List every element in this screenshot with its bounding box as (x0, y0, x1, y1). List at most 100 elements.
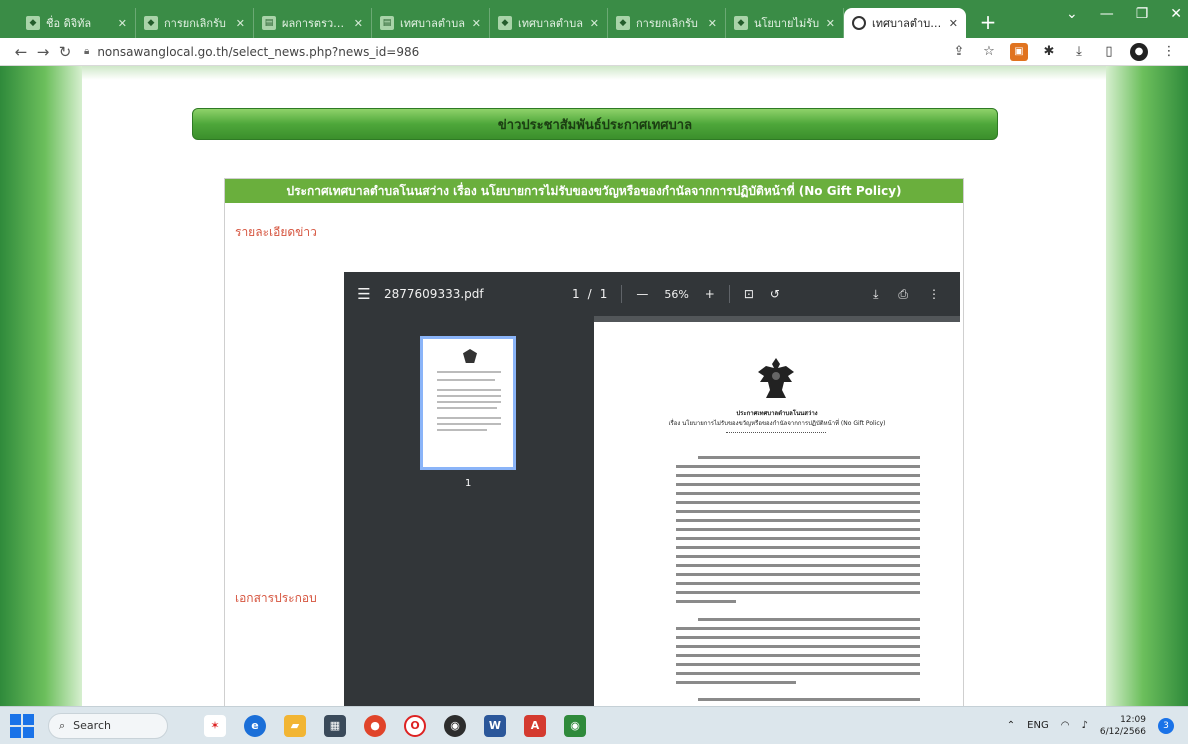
input-language[interactable]: ENG (1027, 720, 1049, 731)
detail-label: รายละเอียดข่าว (235, 225, 317, 239)
url-text: nonsawanglocal.go.th/select_news.php?new… (97, 44, 420, 59)
pdf-toolbar: ☰ 2877609333.pdf 1 / 1 — 56% + ⊡ ↺ ⤓ ⎙ ⋮ (344, 272, 960, 316)
bookmark-star-icon[interactable]: ☆ (980, 43, 998, 61)
browser-tab[interactable]: ◆ ชื่อ ดิจิทัล ✕ (18, 8, 136, 38)
fit-page-icon[interactable]: ⊡ (744, 287, 754, 301)
site-favicon-icon: ◆ (144, 16, 158, 30)
section-header: ข่าวประชาสัมพันธ์ประกาศเทศบาล (192, 108, 998, 140)
profile-avatar-icon[interactable]: ● (1130, 42, 1148, 61)
edge-browser-icon[interactable]: e (244, 714, 266, 737)
document-text-line (676, 483, 920, 486)
pdf-print-icon[interactable]: ⎙ (898, 287, 908, 302)
file-explorer-icon[interactable]: ▰ (284, 714, 306, 737)
extension-lock-icon[interactable]: ▣ (1010, 42, 1028, 61)
pdf-download-icon[interactable]: ⤓ (873, 287, 878, 302)
share-icon[interactable]: ⇪ (950, 43, 968, 61)
browser-tab-active[interactable]: เทศบาลตำบลโน ✕ (844, 8, 966, 38)
calculator-icon[interactable]: ▦ (324, 714, 346, 737)
reload-icon[interactable]: ↻ (54, 43, 76, 61)
thumbnail-line (437, 389, 501, 391)
tray-chevron-up-icon[interactable]: ⌃ (1007, 720, 1015, 731)
acrobat-icon[interactable]: A (524, 714, 546, 737)
browser-tab[interactable]: ◆ การยกเลิกรับ ✕ (136, 8, 254, 38)
new-tab-button[interactable]: + (974, 8, 1002, 36)
garuda-emblem-icon (758, 358, 794, 398)
zoom-out-icon[interactable]: — (636, 287, 648, 301)
document-text-line (676, 546, 920, 549)
close-window-icon[interactable]: ✕ (1170, 6, 1182, 22)
maximize-icon[interactable]: ❐ (1136, 6, 1149, 22)
pdf-more-icon[interactable]: ⋮ (928, 287, 940, 302)
lock-icon[interactable]: 🔒︎ (84, 46, 89, 57)
rotate-icon[interactable]: ↺ (770, 287, 780, 301)
toolbar-divider (621, 285, 623, 303)
site-favicon-icon: ◆ (734, 16, 748, 30)
zoom-in-icon[interactable]: + (705, 287, 715, 301)
browser-tab[interactable]: ▤ ผลการตรวจสอบ ✕ (254, 8, 372, 38)
tab-close-icon[interactable]: ✕ (708, 17, 717, 30)
decorative-side-border-right (1106, 66, 1188, 706)
word-icon[interactable]: W (484, 714, 506, 737)
tab-close-icon[interactable]: ✕ (590, 17, 599, 30)
pdf-page: ประกาศเทศบาลตำบลโนนสว่าง เรื่อง นโยบายกา… (594, 322, 960, 706)
download-icon[interactable]: ⤓ (1070, 43, 1088, 61)
browser-tab[interactable]: ◆ การยกเลิกรับ ✕ (608, 8, 726, 38)
chrome-green-icon[interactable]: ◉ (564, 714, 586, 737)
thumbnail-page-number: 1 (465, 478, 472, 489)
thumbnail-line (437, 417, 501, 419)
address-bar[interactable]: 🔒︎ nonsawanglocal.go.th/select_news.php?… (84, 41, 950, 63)
document-text-line (676, 501, 920, 504)
site-favicon-icon: ◆ (616, 16, 630, 30)
app-red-circle-icon[interactable]: ● (364, 714, 386, 737)
tab-close-icon[interactable]: ✕ (472, 17, 481, 30)
document-text-line (676, 663, 920, 666)
browser-tab[interactable]: ◆ นโยบายไม่รับ ✕ (726, 8, 844, 38)
pdf-zoom-controls: — 56% + (636, 287, 715, 301)
notification-badge[interactable]: 3 (1158, 717, 1174, 734)
chrome-icon[interactable]: ◉ (444, 714, 466, 737)
system-clock[interactable]: 12:09 6/12/2566 (1100, 714, 1146, 738)
windows-start-icon[interactable] (10, 713, 34, 738)
tab-close-icon[interactable]: ✕ (118, 17, 127, 30)
wifi-icon[interactable]: ◠ (1061, 720, 1070, 731)
forward-arrow-icon[interactable]: → (32, 43, 54, 61)
pdf-menu-icon[interactable]: ☰ (344, 285, 384, 303)
document-issuer: ประกาศเทศบาลตำบลโนนสว่าง (736, 410, 818, 417)
browser-tab[interactable]: ▤ เทศบาลตำบล ✕ (372, 8, 490, 38)
browser-tab[interactable]: ◆ เทศบาลตำบล ✕ (490, 8, 608, 38)
tab-close-icon[interactable]: ✕ (826, 17, 835, 30)
minimize-icon[interactable]: — (1100, 6, 1114, 22)
document-divider (726, 432, 826, 433)
pdf-zoom-value[interactable]: 56% (664, 288, 688, 301)
tab-close-icon[interactable]: ✕ (354, 17, 363, 30)
clock-time: 12:09 (1120, 714, 1146, 725)
document-text-line (698, 698, 920, 701)
attachments-label: เอกสารประกอบ (235, 591, 317, 605)
tab-close-icon[interactable]: ✕ (236, 17, 245, 30)
tab-title: การยกเลิกรับ (164, 17, 226, 30)
tab-search-icon[interactable]: ⌄ (1066, 6, 1078, 22)
opera-icon[interactable]: O (404, 714, 426, 737)
extensions-puzzle-icon[interactable]: ✱ (1040, 43, 1058, 61)
pdf-viewer[interactable]: ☰ 2877609333.pdf 1 / 1 — 56% + ⊡ ↺ ⤓ ⎙ ⋮ (344, 272, 960, 706)
thumbnail-line (437, 371, 501, 373)
pdf-current-page[interactable]: 1 (572, 287, 580, 301)
tab-title: เทศบาลตำบล (518, 17, 583, 30)
more-menu-icon[interactable]: ⋮ (1160, 43, 1178, 61)
document-text-line (698, 618, 920, 621)
thumbnail-line (437, 379, 495, 381)
article-title: ประกาศเทศบาลตำบลโนนสว่าง เรื่อง นโยบายกา… (225, 179, 963, 203)
tab-title: เทศบาลตำบลโน (872, 17, 943, 30)
tab-title: การยกเลิกรับ (636, 17, 698, 30)
windows-taskbar: ⌕ Search ✶ e ▰ ▦ ● O ◉ W A ◉ ⌃ ENG ◠ ♪ 1… (0, 706, 1188, 744)
document-text-line (676, 645, 920, 648)
page-thumbnail[interactable] (420, 336, 516, 470)
app-flag-icon[interactable]: ✶ (204, 714, 226, 737)
site-favicon-icon: ◆ (26, 16, 40, 30)
taskbar-search[interactable]: ⌕ Search (48, 712, 168, 739)
side-panel-icon[interactable]: ▯ (1100, 43, 1118, 61)
site-favicon-icon: ◆ (498, 16, 512, 30)
volume-icon[interactable]: ♪ (1081, 720, 1087, 731)
back-arrow-icon[interactable]: ← (10, 43, 32, 61)
tab-close-icon[interactable]: ✕ (949, 17, 958, 30)
